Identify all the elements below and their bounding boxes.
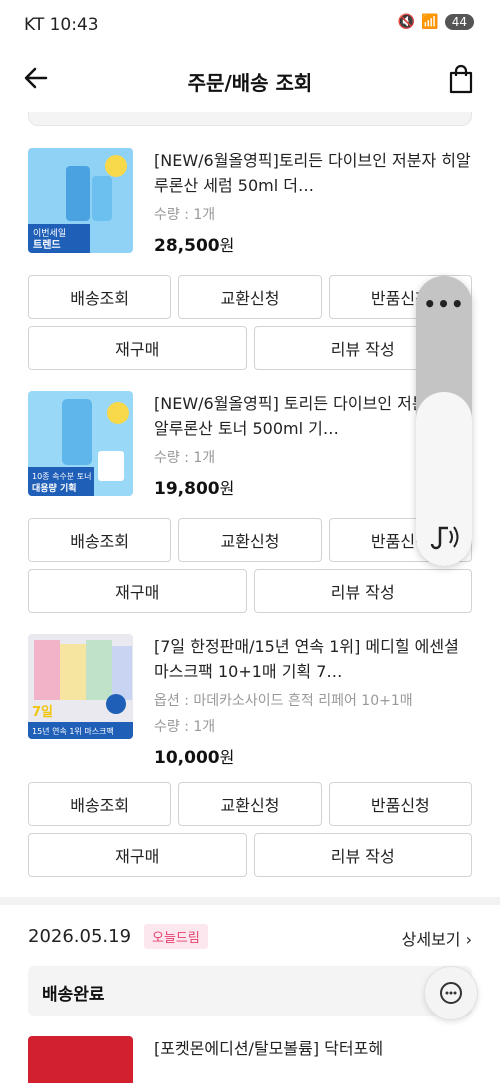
product-1-actions-row2: 재구매 리뷰 작성 xyxy=(28,326,472,370)
volume-slider[interactable]: ••• xyxy=(416,276,472,566)
svg-text:이번세일: 이번세일 xyxy=(33,228,66,239)
today-delivery-badge: 오늘드림 xyxy=(144,924,208,949)
reorder-button[interactable]: 재구매 xyxy=(28,833,247,877)
app-header: 주문/배송 조회 xyxy=(0,52,500,110)
product-2-actions-row1: 배송조회 교환신청 반품신청 xyxy=(28,518,472,562)
wifi-icon: 📶 xyxy=(421,14,439,30)
order-detail-link[interactable]: 상세보기 › xyxy=(402,926,472,950)
exchange-request-button[interactable]: 교환신청 xyxy=(178,518,322,562)
track-delivery-button[interactable]: 배송조회 xyxy=(28,275,172,319)
product-option: 옵션 : 마데카소사이드 흔적 리페어 10+1매 xyxy=(154,693,413,709)
mute-icon: 🔇 xyxy=(397,14,416,30)
product-thumbnail[interactable]: 10종 속수분 토너 대용량 기획 xyxy=(28,391,133,496)
product-name[interactable]: [NEW/6월올영픽]토리든 다이브인 저분자 히알루론산 세럼 50ml 더… xyxy=(154,148,474,198)
product-thumbnail[interactable]: 이번세일 트렌드 xyxy=(28,148,133,253)
track-delivery-button[interactable]: 배송조회 xyxy=(28,518,172,562)
chat-bubble-icon xyxy=(440,982,462,1004)
previous-section-edge xyxy=(28,112,472,126)
carrier-time: KT 10:43 xyxy=(24,15,99,35)
product-thumbnail[interactable]: 7일 15년 연속 1위 마스크팩 xyxy=(28,634,133,739)
product-price: 28,500원 xyxy=(154,236,235,256)
more-options-icon[interactable]: ••• xyxy=(416,292,472,316)
product-quantity: 수량 : 1개 xyxy=(154,207,216,223)
svg-text:15년 연속 1위 마스크팩: 15년 연속 1위 마스크팩 xyxy=(32,726,114,736)
section-divider xyxy=(0,897,500,905)
shopping-bag-icon[interactable] xyxy=(448,64,474,94)
svg-text:10종 속수분 토너: 10종 속수분 토너 xyxy=(32,471,91,481)
write-review-button[interactable]: 리뷰 작성 xyxy=(253,569,472,613)
product-name[interactable]: [포켓몬에디션/탈모볼륨] 닥터포헤 xyxy=(154,1036,474,1061)
page-title: 주문/배송 조회 xyxy=(187,71,313,95)
exchange-request-button[interactable]: 교환신청 xyxy=(178,275,322,319)
product-name[interactable]: [7일 한정판매/15년 연속 1위] 메디힐 에센셜 마스크팩 10+1매 기… xyxy=(154,634,474,684)
reorder-button[interactable]: 재구매 xyxy=(28,569,247,613)
svg-text:트렌드: 트렌드 xyxy=(33,238,61,251)
track-delivery-button[interactable]: 배송조회 xyxy=(28,782,172,826)
svg-text:7일: 7일 xyxy=(32,705,53,720)
product-2-actions-row2: 재구매 리뷰 작성 xyxy=(28,569,472,613)
product-quantity: 수량 : 1개 xyxy=(154,719,216,735)
return-request-button[interactable]: 반품신청 xyxy=(328,782,472,826)
product-3-actions-row1: 배송조회 교환신청 반품신청 xyxy=(28,782,472,826)
product-thumbnail[interactable] xyxy=(28,1036,133,1083)
battery-icon: 44 xyxy=(444,14,474,30)
product-price: 10,000원 xyxy=(154,748,235,768)
exchange-request-button[interactable]: 교환신청 xyxy=(178,782,322,826)
write-review-button[interactable]: 리뷰 작성 xyxy=(253,833,472,877)
speaker-icon[interactable] xyxy=(426,522,462,556)
status-icons: 🔇 📶 44 xyxy=(398,14,474,30)
order-date: 2026.05.19 xyxy=(28,926,132,947)
status-bar: KT 10:43 🔇 📶 44 xyxy=(0,0,500,50)
delivery-status-label: 배송완료 xyxy=(42,985,105,1005)
delivery-status-box: 배송완료 xyxy=(28,966,472,1016)
svg-text:대용량 기획: 대용량 기획 xyxy=(32,482,77,494)
chat-button[interactable] xyxy=(424,966,478,1020)
product-1-actions-row1: 배송조회 교환신청 반품신청 xyxy=(28,275,472,319)
reorder-button[interactable]: 재구매 xyxy=(28,326,247,370)
product-3-actions-row2: 재구매 리뷰 작성 xyxy=(28,833,472,877)
